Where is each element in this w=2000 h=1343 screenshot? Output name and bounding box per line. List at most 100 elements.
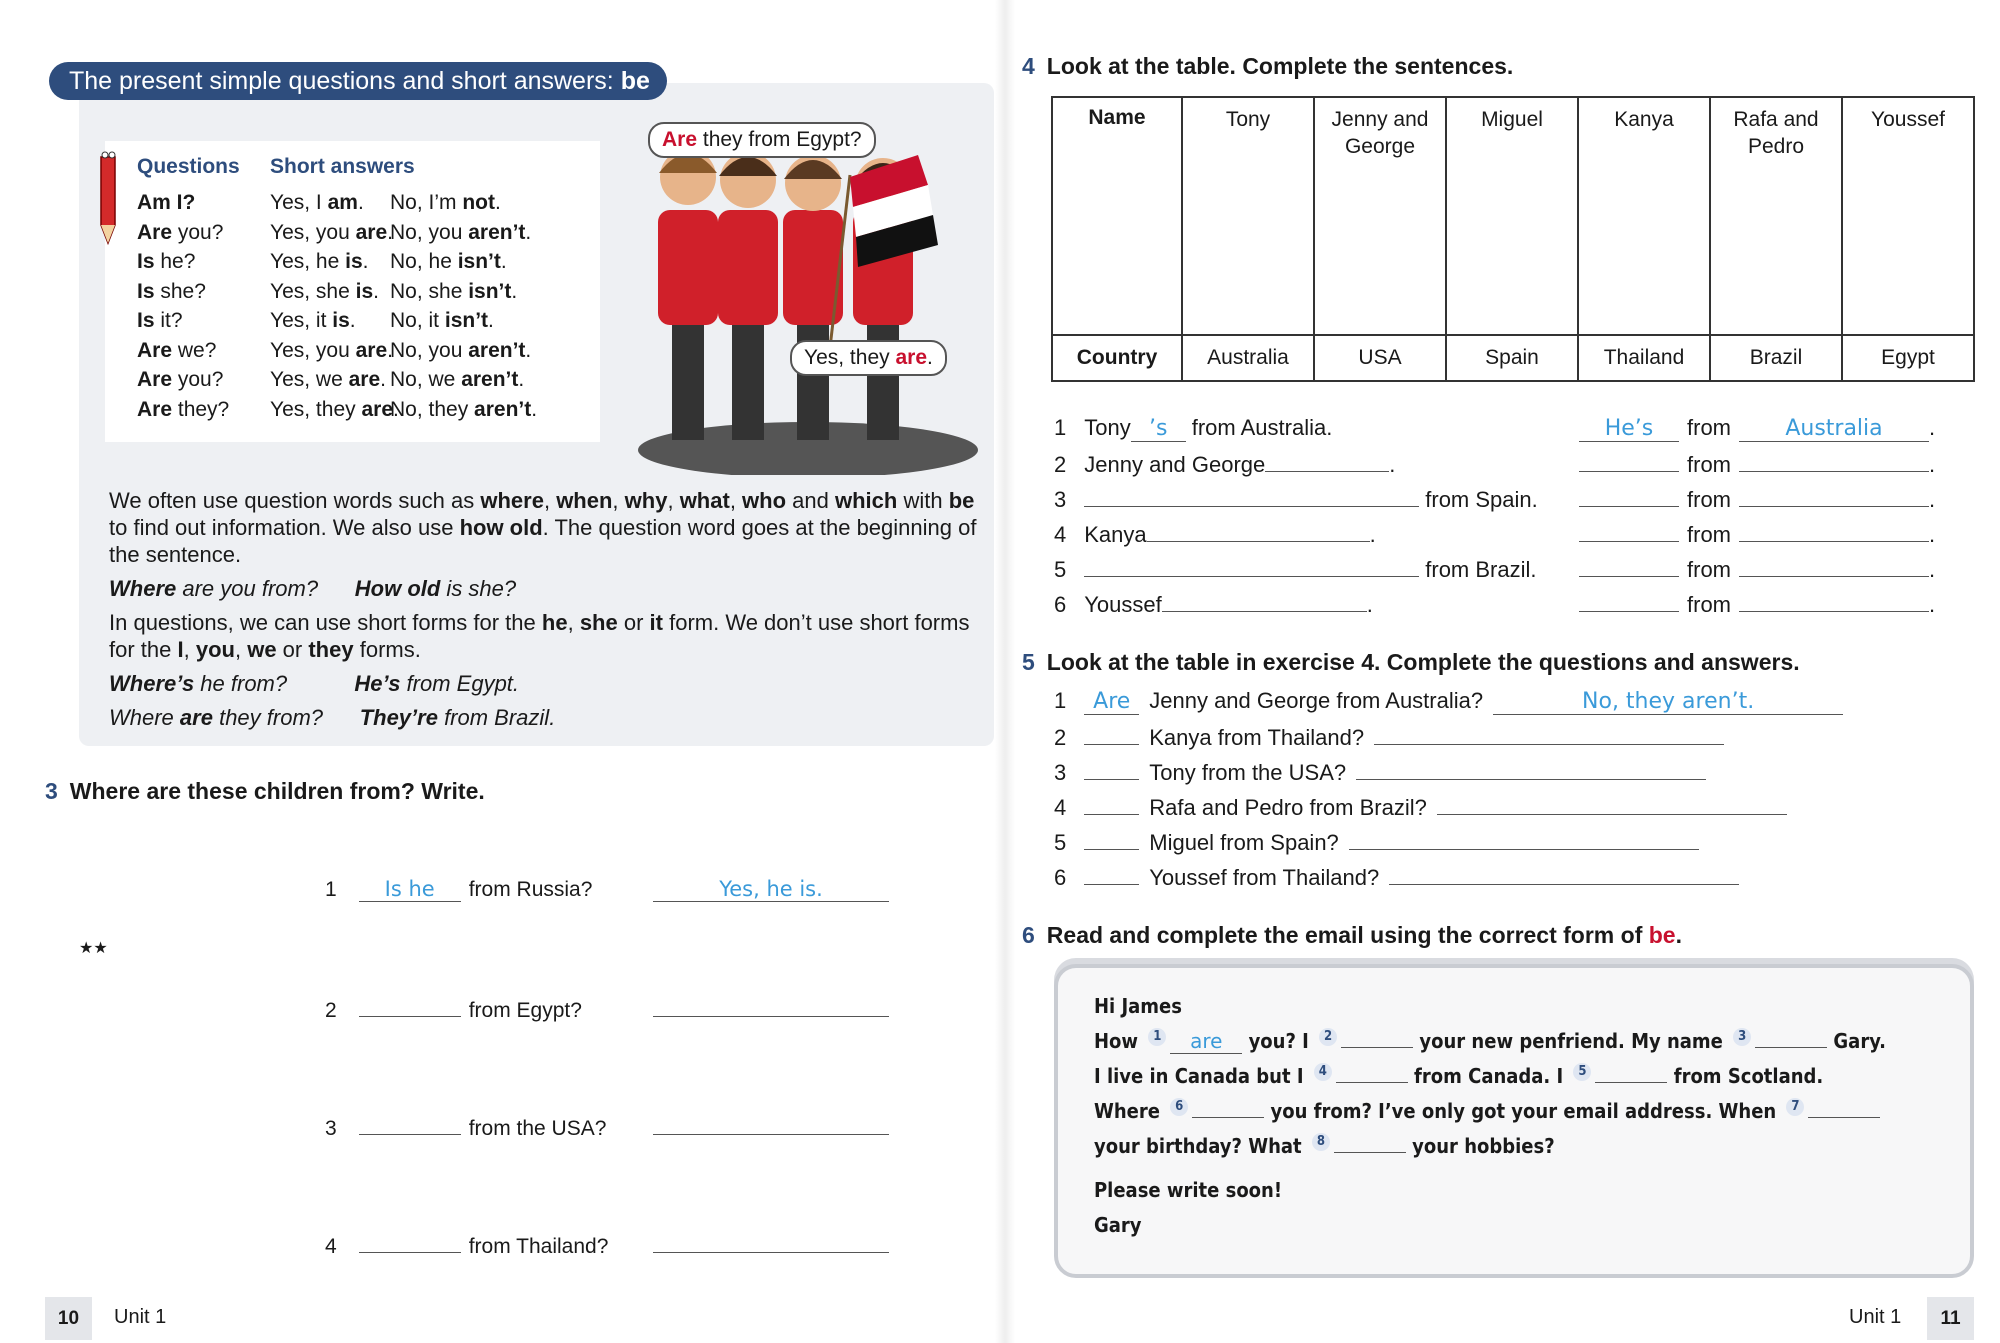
answer-blank[interactable] bbox=[1084, 485, 1420, 507]
answer-blank[interactable] bbox=[1084, 828, 1140, 850]
answer-blank[interactable] bbox=[1084, 723, 1140, 745]
answer-blank[interactable] bbox=[358, 1114, 461, 1135]
reply-blank[interactable] bbox=[1356, 758, 1707, 780]
text-segment: am bbox=[327, 191, 358, 214]
text-segment: is bbox=[355, 279, 374, 303]
question-item: 6 Youssef from Thailand? bbox=[1054, 863, 1740, 891]
text-segment: they bbox=[308, 637, 354, 662]
text-segment: Are bbox=[137, 368, 173, 391]
question: Is it? bbox=[137, 309, 183, 333]
question: Are they? bbox=[137, 398, 229, 422]
answer-blank[interactable] bbox=[358, 996, 461, 1017]
answer-blank[interactable] bbox=[1265, 450, 1390, 472]
answer-blank[interactable] bbox=[1755, 1028, 1828, 1048]
answer-blank[interactable]: He’s bbox=[1579, 416, 1679, 442]
answer-blank[interactable] bbox=[1335, 1063, 1408, 1083]
country-cell: Australia bbox=[1181, 334, 1315, 382]
sentence-item: 5 from Brazil. bbox=[1054, 555, 1537, 583]
answer-blank[interactable] bbox=[1084, 863, 1140, 885]
answer-blank[interactable] bbox=[1084, 758, 1140, 780]
answer-blank[interactable] bbox=[1579, 450, 1679, 472]
text-segment: We often use question words such as bbox=[109, 488, 481, 513]
answer-blank[interactable] bbox=[358, 1232, 461, 1253]
answer-blank[interactable] bbox=[1739, 520, 1929, 542]
sentence-item: 2 Jenny and George. bbox=[1054, 450, 1395, 478]
text-segment: No, he bbox=[390, 250, 458, 273]
text-segment: isn’t bbox=[457, 250, 501, 273]
email-text: your hobbies? bbox=[1405, 1134, 1555, 1158]
email-line: Gary bbox=[1094, 1213, 1142, 1237]
answer-blank[interactable] bbox=[1739, 590, 1929, 612]
answer-blank[interactable] bbox=[1161, 590, 1367, 612]
answer-blank[interactable] bbox=[1084, 793, 1140, 815]
item-number: 6 bbox=[1054, 865, 1067, 890]
answer-blank[interactable] bbox=[1595, 1063, 1668, 1083]
answer-blank[interactable] bbox=[1739, 555, 1929, 577]
short-answer-yes: Yes, you are. bbox=[270, 221, 393, 245]
item-number: 3 bbox=[1054, 487, 1067, 512]
reply-blank[interactable] bbox=[653, 1114, 889, 1135]
short-answer-no: No, he isn’t. bbox=[390, 250, 507, 274]
paragraph: In questions, we can use short forms for… bbox=[109, 609, 979, 663]
answer-blank[interactable]: Are bbox=[1084, 689, 1140, 715]
reply-blank[interactable]: Yes, he is. bbox=[653, 877, 889, 902]
text-segment: Are bbox=[662, 128, 698, 151]
text-segment: who bbox=[742, 488, 787, 513]
children-illustration bbox=[638, 149, 978, 475]
answer-blank[interactable] bbox=[1146, 520, 1370, 542]
reply-blank[interactable] bbox=[1348, 828, 1699, 850]
email-line: I live in Canada but I 4 from Canada. I … bbox=[1094, 1063, 1823, 1088]
text-segment: from Egypt. bbox=[400, 671, 520, 696]
question-text: from Thailand? bbox=[468, 1235, 609, 1258]
reply-blank[interactable] bbox=[1436, 793, 1787, 815]
answer-blank[interactable] bbox=[1341, 1028, 1414, 1048]
email-line: Please write soon! bbox=[1094, 1178, 1282, 1202]
answer-item: from. bbox=[1579, 485, 1935, 513]
answer-blank[interactable] bbox=[1333, 1133, 1406, 1153]
answer-blank[interactable]: Australia bbox=[1739, 416, 1929, 442]
exercise-title: Look at the table in exercise 4. Complet… bbox=[1046, 649, 1800, 675]
answer-blank[interactable]: Is he bbox=[358, 877, 461, 902]
unit-label: Unit 1 bbox=[1849, 1306, 1902, 1328]
item-number: 5 bbox=[1054, 830, 1067, 855]
reply-blank[interactable] bbox=[653, 996, 889, 1017]
answer-blank[interactable] bbox=[1739, 485, 1929, 507]
short-answer-yes: Yes, she is. bbox=[270, 280, 379, 304]
person-name: Miguel bbox=[1481, 108, 1543, 131]
text-segment: aren’t bbox=[461, 368, 519, 391]
text-segment: from Brazil. bbox=[437, 705, 556, 730]
answer-blank[interactable] bbox=[1084, 555, 1420, 577]
gap-number: 3 bbox=[1733, 1028, 1752, 1047]
full-stop: . bbox=[1929, 557, 1936, 582]
text-segment: she bbox=[579, 610, 618, 635]
answer-blank[interactable] bbox=[1739, 450, 1929, 472]
answer-blank[interactable]: are bbox=[1170, 1029, 1243, 1054]
reply-blank[interactable]: No, they aren’t. bbox=[1493, 689, 1844, 715]
email-text: How bbox=[1094, 1029, 1145, 1053]
answer-blank[interactable] bbox=[1579, 520, 1679, 542]
answer-blank[interactable] bbox=[1192, 1098, 1265, 1118]
text-segment: with bbox=[897, 488, 949, 513]
sentence-end: . bbox=[1369, 522, 1376, 547]
reply-blank[interactable] bbox=[1374, 723, 1725, 745]
short-answer-yes: Yes, he is. bbox=[270, 250, 368, 274]
sentence-end: . bbox=[1366, 592, 1373, 617]
text-segment: you? bbox=[172, 220, 224, 244]
answer-blank[interactable]: ’s bbox=[1130, 416, 1186, 442]
answer-blank[interactable] bbox=[1579, 485, 1679, 507]
reply-blank[interactable] bbox=[1389, 863, 1740, 885]
text-segment: . bbox=[373, 279, 379, 303]
text-segment: it bbox=[649, 610, 663, 635]
text-segment: aren’t bbox=[474, 397, 532, 421]
text-segment: No, they bbox=[390, 397, 475, 421]
full-stop: . bbox=[1929, 522, 1936, 547]
exercise-3-heading: 3 Where are these children from? Write. bbox=[45, 778, 485, 805]
text-segment: they from? bbox=[212, 705, 360, 730]
text-segment: not bbox=[462, 191, 495, 214]
answer-blank[interactable] bbox=[1808, 1098, 1881, 1118]
answer-blank[interactable] bbox=[1579, 590, 1679, 612]
short-answer-yes: Yes, I am. bbox=[270, 191, 364, 215]
reply-blank[interactable] bbox=[653, 1232, 889, 1253]
answer-blank[interactable] bbox=[1579, 555, 1679, 577]
text-segment: , bbox=[612, 488, 625, 513]
